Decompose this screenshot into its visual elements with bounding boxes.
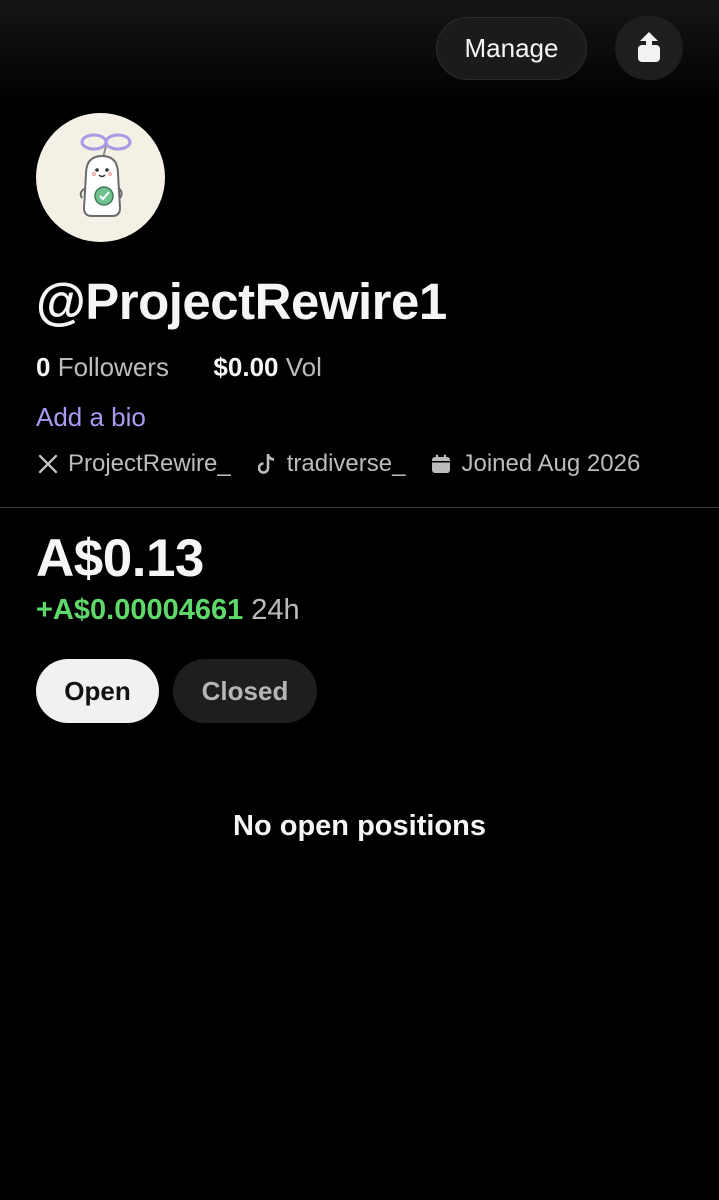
x-handle: ProjectRewire_	[68, 450, 231, 477]
tiktok-logo-icon	[255, 452, 279, 476]
share-icon	[636, 32, 662, 64]
join-date-text: Joined Aug 2026	[461, 450, 641, 477]
add-bio-link[interactable]: Add a bio	[36, 402, 146, 433]
tiktok-handle: tradiverse_	[286, 450, 406, 477]
share-button[interactable]	[615, 16, 683, 80]
profile-screen: Manage @ProjectRewire1 0 Followers $0.00…	[0, 0, 719, 1200]
portfolio-change: +A$0.00004661 24h	[36, 594, 300, 627]
tab-closed[interactable]: Closed	[173, 659, 317, 723]
calendar-icon	[429, 452, 453, 476]
x-link[interactable]: ProjectRewire_	[36, 450, 231, 478]
mascot-avatar-icon	[56, 128, 146, 228]
manage-button[interactable]: Manage	[436, 17, 587, 80]
tiktok-link[interactable]: tradiverse_	[255, 450, 406, 478]
followers-label[interactable]: Followers	[58, 352, 169, 382]
volume-label: Vol	[285, 352, 322, 382]
tab-open[interactable]: Open	[36, 659, 159, 723]
change-value: +A$0.00004661	[36, 594, 244, 626]
followers-count[interactable]: 0	[36, 352, 50, 382]
profile-stats: 0 Followers $0.00 Vol	[36, 352, 322, 383]
username: @ProjectRewire1	[36, 273, 447, 330]
social-links: ProjectRewire_ tradiverse_ Joined Aug 20…	[36, 448, 640, 480]
avatar[interactable]	[36, 113, 165, 242]
section-divider	[0, 507, 719, 508]
join-date: Joined Aug 2026	[429, 450, 640, 478]
top-bar: Manage	[0, 0, 719, 100]
empty-positions-message: No open positions	[233, 810, 486, 842]
portfolio-balance: A$0.13	[36, 529, 204, 588]
volume-value: $0.00	[213, 352, 279, 382]
change-period: 24h	[251, 594, 300, 626]
x-logo-icon	[36, 452, 60, 476]
